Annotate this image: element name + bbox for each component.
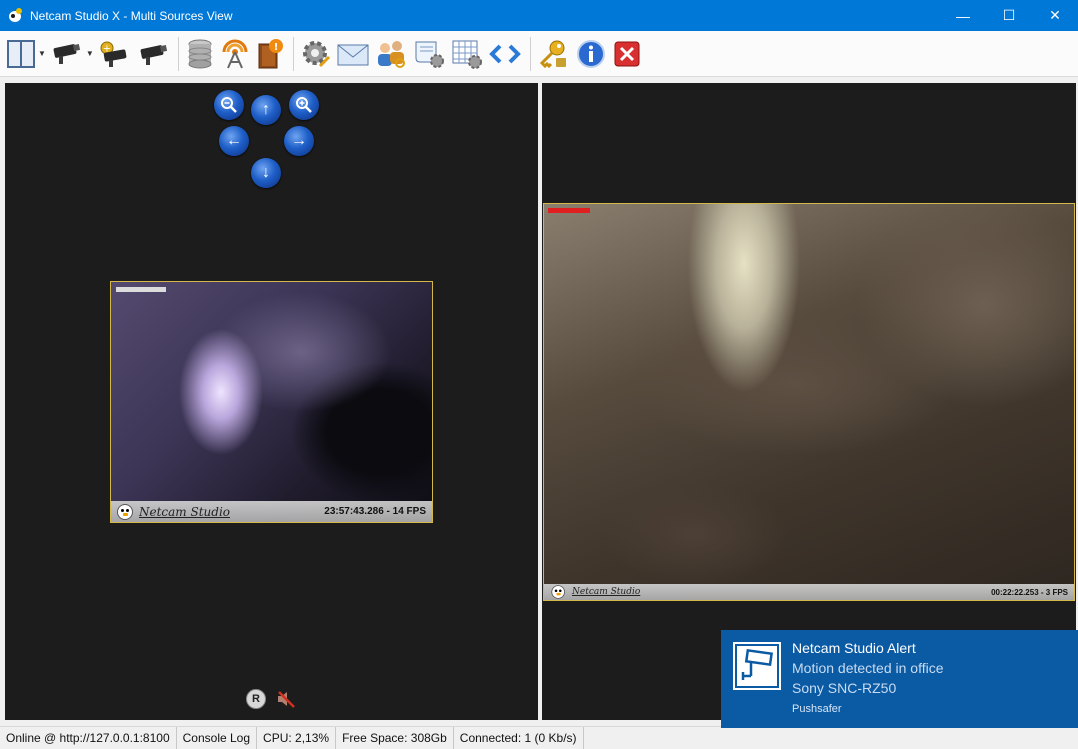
- toolbar-separator: [292, 36, 294, 71]
- app-logo-icon: [8, 7, 24, 24]
- status-bar: Online @ http://127.0.0.1:8100 Console L…: [0, 726, 1078, 749]
- zoom-out-button[interactable]: [214, 90, 244, 120]
- camera-feed-1[interactable]: Netcam Studio 23:57:43.286 - 14 FPS: [110, 281, 433, 523]
- camera-pane-left[interactable]: ↑ ← → ↓ Netcam Studio 23:57:43.286 - 14 …: [5, 83, 538, 720]
- exit-icon: [614, 41, 640, 66]
- notification-title: Netcam Studio Alert: [792, 640, 916, 656]
- motion-level-bar: [548, 208, 590, 213]
- minimize-button[interactable]: —: [940, 0, 986, 31]
- database-button[interactable]: [185, 36, 215, 72]
- title-bar: Netcam Studio X - Multi Sources View — ☐…: [0, 0, 1078, 31]
- broadcast-icon: [222, 39, 248, 68]
- camera-overlay-bar: Netcam Studio 23:57:43.286 - 14 FPS: [111, 501, 432, 522]
- schedule-icon: [452, 40, 482, 69]
- netcam-logo-icon: [115, 503, 137, 521]
- zoom-in-button[interactable]: [289, 90, 319, 120]
- license-key-icon: [539, 40, 566, 68]
- code-button[interactable]: [488, 36, 522, 72]
- alert-notification[interactable]: Netcam Studio Alert Motion detected in o…: [721, 630, 1078, 728]
- brand-watermark: Netcam Studio: [139, 504, 231, 519]
- users-icon: [377, 40, 405, 68]
- notification-source: Pushsafer: [792, 703, 842, 715]
- database-icon: [188, 39, 212, 68]
- broadcast-button[interactable]: [219, 36, 251, 72]
- multi-sources-view: ↑ ← → ↓ Netcam Studio 23:57:43.286 - 14 …: [0, 78, 1078, 723]
- status-online: Online @ http://127.0.0.1:8100: [0, 727, 177, 749]
- toolbar-separator: [177, 36, 179, 71]
- ptz-down-button[interactable]: ↓: [251, 158, 281, 188]
- notification-camera-name: Sony SNC-RZ50: [792, 680, 897, 696]
- settings-button[interactable]: [300, 36, 332, 72]
- speaker-muted-icon: [278, 691, 295, 708]
- license-key-button[interactable]: [537, 36, 571, 72]
- settings-icon: [302, 40, 330, 67]
- exit-button[interactable]: [611, 36, 643, 72]
- chevron-down-icon[interactable]: ▼: [38, 49, 46, 58]
- cameras-button[interactable]: [136, 36, 170, 72]
- camera-feed-2[interactable]: Netcam Studio 00:22:22.253 - 3 FPS: [543, 203, 1075, 601]
- zoom-out-icon: [221, 97, 237, 113]
- maximize-button[interactable]: ☐: [986, 0, 1032, 31]
- zoom-in-icon: [296, 97, 312, 113]
- camera-overlay-bar: Netcam Studio 00:22:22.253 - 3 FPS: [544, 584, 1074, 600]
- camera-pane-right[interactable]: Netcam Studio 00:22:22.253 - 3 FPS: [542, 83, 1076, 720]
- layout-button[interactable]: ▼: [6, 36, 46, 72]
- info-button[interactable]: [575, 36, 607, 72]
- code-icon: [489, 44, 521, 63]
- notification-message: Motion detected in office: [792, 660, 944, 676]
- cameras-icon: [140, 44, 167, 65]
- schedule-button[interactable]: [450, 36, 484, 72]
- status-cpu: CPU: 2,13%: [257, 727, 337, 749]
- console-log-link[interactable]: Console Log: [177, 727, 258, 749]
- status-connected: Connected: 1 (0 Kb/s): [454, 727, 584, 749]
- event-log-button[interactable]: !: [255, 36, 285, 72]
- users-button[interactable]: [374, 36, 408, 72]
- netcam-logo-icon: [550, 584, 569, 599]
- window-title: Netcam Studio X - Multi Sources View: [30, 8, 233, 23]
- camera-button[interactable]: ▼: [50, 36, 94, 72]
- toolbar-separator: [529, 36, 531, 71]
- ptz-left-button[interactable]: ←: [219, 126, 249, 156]
- ptz-right-button[interactable]: →: [284, 126, 314, 156]
- record-button[interactable]: R: [246, 689, 266, 709]
- svg-text:!: !: [274, 42, 279, 53]
- motion-level-bar: [116, 287, 166, 292]
- mail-button[interactable]: [336, 36, 370, 72]
- camera-timestamp: 23:57:43.286 - 14 FPS: [324, 506, 426, 517]
- info-icon: [576, 39, 605, 68]
- chevron-down-icon[interactable]: ▼: [86, 49, 94, 58]
- close-button[interactable]: ✕: [1032, 0, 1078, 31]
- brand-watermark: Netcam Studio: [572, 587, 641, 597]
- script-button[interactable]: [412, 36, 446, 72]
- add-camera-icon: +: [100, 41, 127, 67]
- ptz-up-button[interactable]: ↑: [251, 95, 281, 125]
- toolbar: ▼ ▼ + !: [0, 31, 1078, 77]
- layout-icon: [7, 39, 35, 68]
- event-log-icon: !: [258, 38, 283, 68]
- camera-timestamp: 00:22:22.253 - 3 FPS: [991, 587, 1068, 597]
- status-free-space: Free Space: 308Gb: [336, 727, 454, 749]
- add-camera-button[interactable]: +: [98, 36, 132, 72]
- mute-button[interactable]: [275, 688, 297, 710]
- security-camera-icon: [733, 642, 781, 690]
- script-icon: [415, 41, 444, 68]
- mail-icon: [337, 44, 369, 65]
- camera-icon: [53, 43, 81, 64]
